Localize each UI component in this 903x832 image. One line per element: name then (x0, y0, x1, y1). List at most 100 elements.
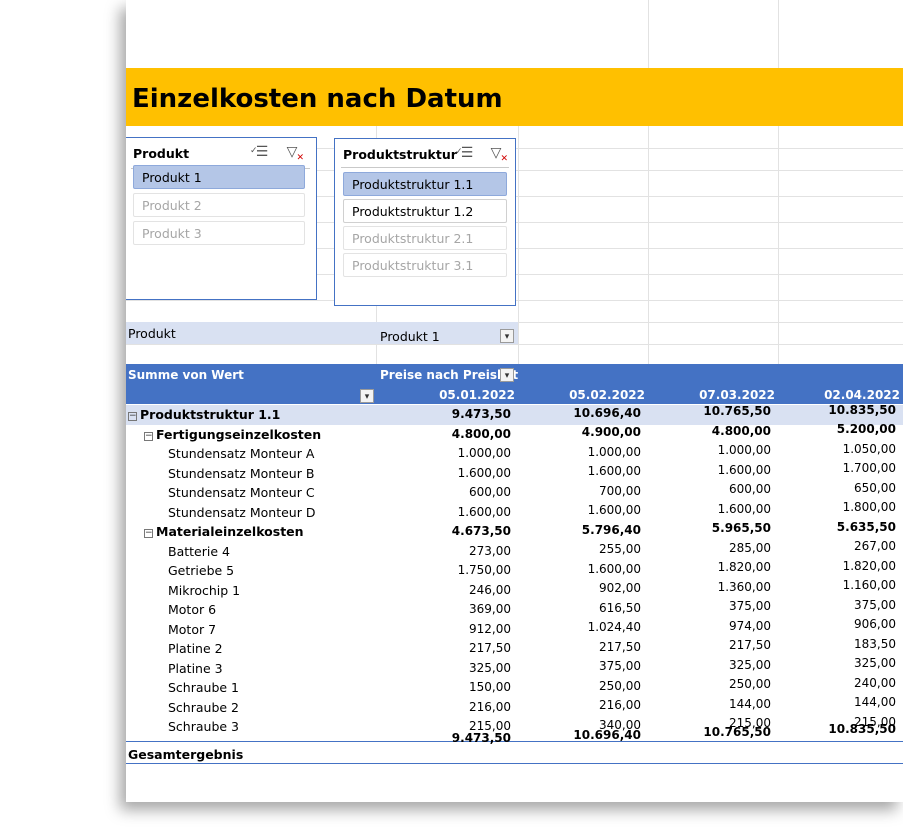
pivot-value-cell: 1.600,00 (717, 501, 771, 516)
multi-select-icon[interactable]: ☰ ✓ (455, 144, 476, 162)
row-label-text: Stundensatz Monteur C (168, 485, 315, 500)
pivot-row-label: Stundensatz Monteur D (168, 505, 315, 520)
pivot-group-label[interactable]: − Fertigungseinzelkosten (144, 427, 321, 442)
slicer-produktstruktur-header: Produktstruktur (343, 147, 457, 162)
pivot-value-cell: 10.835,50 (828, 402, 896, 417)
pivot-value-cell: 906,00 (854, 617, 896, 631)
pivot-value-cell: 375,00 (599, 659, 641, 673)
collapse-icon[interactable]: − (144, 431, 153, 441)
grand-total-value: 10.765,50 (703, 724, 771, 739)
slicer-item-struktur-1-2[interactable]: Produktstruktur 1.2 (343, 199, 507, 223)
filter-value: Produkt 1 (380, 329, 440, 344)
pivot-value-cell: 150,00 (469, 680, 511, 694)
pivot-row-label: Motor 6 (168, 602, 216, 617)
pivot-value-cell: 285,00 (729, 540, 771, 555)
slicer-item-struktur-3-1[interactable]: Produktstruktur 3.1 (343, 253, 507, 277)
filter-label: Produkt (128, 326, 176, 341)
multi-select-icon[interactable]: ☰ ✓ (250, 143, 271, 161)
pivot-row-label: Platine 2 (168, 641, 223, 656)
grand-total-bottom-line (126, 762, 903, 764)
pivot-value-cell: 216,00 (599, 698, 641, 712)
pivot-value-cell: 325,00 (729, 657, 771, 672)
pivot-row-label: Stundensatz Monteur C (168, 485, 315, 500)
date-header: 07.03.2022 (699, 388, 775, 402)
pivot-value-cell: 217,50 (729, 638, 771, 652)
pivot-value-cell: 5.965,50 (711, 521, 771, 535)
pivot-value-cell: 325,00 (854, 656, 896, 670)
pivot-value-cell: 325,00 (469, 660, 511, 675)
pivot-value-cell: 1.000,00 (587, 444, 641, 459)
pivot-value-cell: 1.360,00 (717, 579, 771, 594)
pivot-row-label: Platine 3 (168, 661, 223, 676)
page-title: Einzelkosten nach Datum (132, 84, 503, 114)
filter-row-band (126, 322, 518, 344)
slicer-item-struktur-2-1[interactable]: Produktstruktur 2.1 (343, 226, 507, 250)
pivot-value-cell: 1.750,00 (457, 563, 511, 577)
pivot-value-cell: 4.800,00 (451, 426, 511, 441)
pivot-value-cell: 1.820,00 (717, 560, 771, 574)
pivot-value-cell: 255,00 (599, 542, 641, 556)
row-label-text: Produktstruktur 1.1 (140, 407, 281, 422)
column-field-dropdown-button[interactable]: ▾ (500, 368, 514, 382)
grand-total-label: Gesamtergebnis (128, 746, 244, 762)
pivot-value-cell: 375,00 (854, 597, 896, 612)
pivot-row-label: Batterie 4 (168, 544, 230, 559)
pivot-value-cell: 4.673,50 (451, 524, 511, 538)
pivot-value-cell: 217,50 (599, 639, 641, 654)
pivot-value-cell: 250,00 (729, 677, 771, 691)
pivot-value-cell: 1.000,00 (717, 443, 771, 457)
slicer-produkt-header: Produkt (133, 146, 190, 161)
slicer-produktstruktur[interactable]: Produktstruktur ☰ ✓ ▽ ✕ Produktstruktur 1.… (334, 138, 516, 306)
pivot-value-cell: 1.820,00 (842, 558, 896, 573)
pivot-value-cell: 1.600,00 (457, 465, 511, 480)
pivot-value-cell: 5.200,00 (836, 422, 896, 436)
row-label-text: Motor 7 (168, 621, 217, 637)
slicer-item-struktur-1-1[interactable]: Produktstruktur 1.1 (343, 172, 507, 196)
date-header: 05.01.2022 (439, 388, 515, 402)
pivot-value-cell: 1.600,00 (587, 561, 641, 576)
pivot-value-cell: 902,00 (599, 581, 641, 595)
filter-dropdown-button[interactable]: ▾ (500, 329, 514, 343)
row-label-text: Motor 6 (168, 602, 217, 617)
slicer-item-produkt-3[interactable]: Produkt 3 (133, 221, 305, 245)
row-label-text: Schraube 1 (168, 680, 240, 695)
pivot-value-cell: 4.800,00 (711, 423, 771, 438)
pivot-value-cell: 183,50 (854, 636, 896, 651)
collapse-icon[interactable]: − (128, 412, 137, 421)
pivot-value-cell: 5.796,40 (581, 522, 641, 537)
pivot-value-header: Summe von Wert (128, 368, 244, 382)
pivot-value-cell: 217,50 (469, 641, 511, 655)
pivot-row-label: Schraube 3 (168, 719, 239, 734)
pivot-value-cell: 600,00 (729, 482, 771, 496)
slicer-item-produkt-2[interactable]: Produkt 2 (133, 193, 305, 217)
pivot-row-label: Schraube 1 (168, 680, 239, 695)
pivot-value-cell: 700,00 (599, 483, 641, 498)
pivot-group-label[interactable]: − Produktstruktur 1.1 (128, 407, 280, 422)
clear-filter-icon[interactable]: ▽ ✕ (487, 144, 508, 164)
row-field-filter-button[interactable]: ▾ (360, 389, 374, 403)
pivot-value-cell: 273,00 (469, 543, 511, 558)
pivot-value-cell: 10.765,50 (703, 404, 771, 418)
collapse-icon[interactable]: − (144, 529, 153, 538)
pivot-value-cell: 240,00 (854, 675, 896, 690)
slicer-produkt[interactable]: Produkt ☰ ✓ ▽ ✕ Produkt 1 Produkt 2 Produk… (126, 137, 317, 300)
pivot-value-cell: 912,00 (469, 621, 511, 636)
pivot-value-cell: 616,50 (599, 600, 641, 615)
row-label-text: Stundensatz Monteur B (168, 465, 315, 481)
pivot-value-cell: 9.473,50 (451, 407, 511, 421)
row-label-text: Fertigungseinzelkosten (156, 426, 322, 442)
row-label-text: Batterie 4 (168, 543, 230, 559)
row-label-text: Schraube 3 (168, 719, 240, 734)
pivot-row-label: Schraube 2 (168, 700, 239, 715)
pivot-group-label[interactable]: − Materialeinzelkosten (144, 524, 304, 539)
slicer-divider (341, 167, 509, 168)
pivot-value-cell: 1.160,00 (842, 578, 896, 592)
pivot-value-cell: 246,00 (469, 582, 511, 597)
slicer-item-produkt-1[interactable]: Produkt 1 (133, 165, 305, 189)
clear-filter-icon[interactable]: ▽ ✕ (283, 143, 304, 163)
date-header: 05.02.2022 (569, 388, 645, 402)
pivot-value-cell: 650,00 (854, 480, 896, 495)
grand-total-value: 10.696,40 (573, 727, 641, 742)
row-label-text: Materialeinzelkosten (156, 524, 304, 539)
pivot-column-field: Preise nach Preislist (380, 368, 519, 382)
